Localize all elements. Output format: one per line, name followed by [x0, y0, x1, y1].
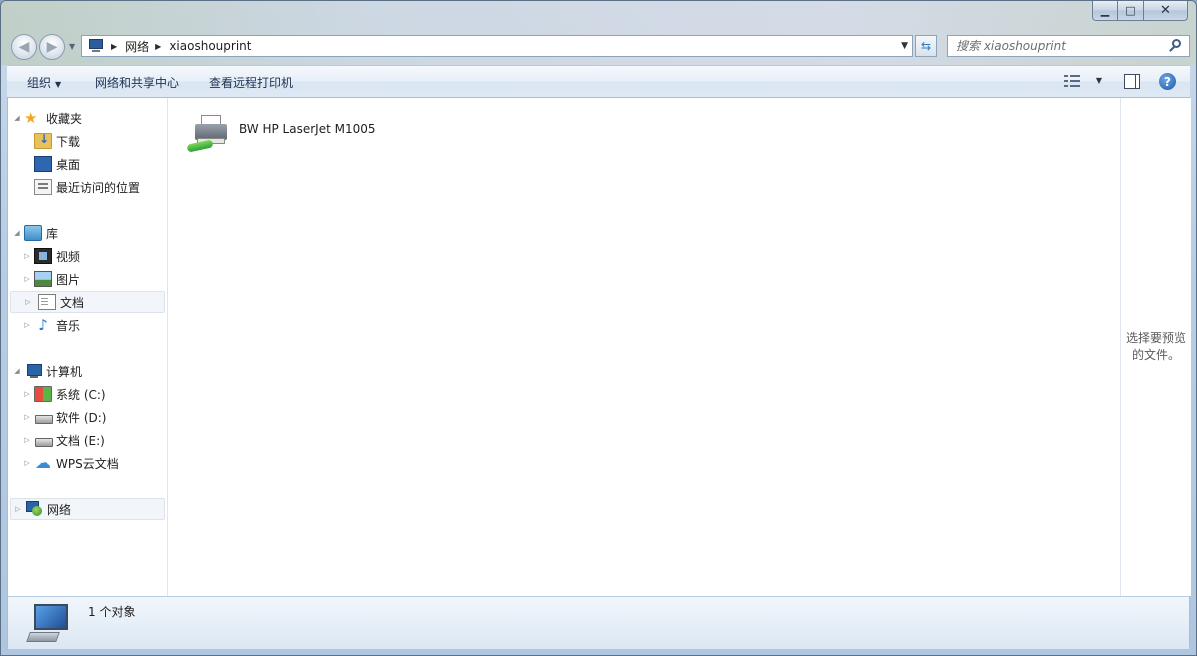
expand-arrow-icon[interactable]: ◢ — [10, 114, 24, 122]
organize-button[interactable]: 组织 ▼ — [27, 74, 61, 91]
collapse-arrow-icon[interactable]: ▷ — [20, 459, 34, 467]
computer-icon — [26, 604, 72, 644]
sidebar-item-wps-cloud[interactable]: ▷ ☁ WPS云文档 — [10, 452, 165, 474]
collapse-arrow-icon[interactable]: ▷ — [11, 505, 25, 513]
preview-pane: 选择要预览的文件。 — [1120, 98, 1191, 596]
sidebar-item-documents[interactable]: ▷ 文档 — [10, 291, 165, 313]
computer-icon — [87, 39, 105, 53]
sidebar-item-computer[interactable]: ◢ 计算机 — [10, 360, 165, 382]
breadcrumb-separator-icon[interactable]: ▶ — [155, 42, 161, 51]
collapse-arrow-icon[interactable]: ▷ — [20, 413, 34, 421]
drive-icon — [34, 432, 53, 448]
file-list: BW HP LaserJet M1005 — [169, 98, 1120, 596]
library-icon — [24, 225, 42, 241]
chevron-down-icon: ▼ — [55, 80, 62, 89]
computer-icon — [24, 363, 42, 379]
sidebar-item-drive-e[interactable]: ▷ 文档 (E:) — [10, 429, 165, 451]
network-icon — [25, 501, 43, 517]
file-item-label: BW HP LaserJet M1005 — [239, 122, 376, 136]
file-item-printer[interactable]: BW HP LaserJet M1005 — [186, 112, 376, 156]
picture-icon — [34, 271, 52, 287]
collapse-arrow-icon[interactable]: ▷ — [20, 252, 34, 260]
search-input[interactable] — [948, 37, 1167, 55]
download-folder-icon — [34, 132, 52, 149]
refresh-button[interactable]: ⇆ — [915, 35, 937, 57]
expand-arrow-icon[interactable]: ◢ — [10, 229, 24, 237]
collapse-arrow-icon[interactable]: ▷ — [20, 390, 34, 398]
command-bar: 组织 ▼ 网络和共享中心 查看远程打印机 ▼ ? — [7, 65, 1190, 98]
cloud-icon: ☁ — [35, 453, 51, 472]
collapse-arrow-icon[interactable]: ▷ — [20, 321, 34, 329]
video-icon — [34, 248, 52, 264]
music-icon: ♪ — [38, 316, 48, 334]
sidebar-item-recent-places[interactable]: 最近访问的位置 — [10, 176, 165, 198]
breadcrumb-xiaoshouprint[interactable]: xiaoshouprint — [169, 39, 251, 53]
help-icon[interactable]: ? — [1159, 73, 1176, 90]
forward-arrow-icon: ▶ — [46, 39, 58, 55]
view-remote-printers-button[interactable]: 查看远程打印机 — [209, 74, 293, 91]
explorer-window: ▁ □ ✕ ◀ ▶ ▼ ▶ 网络 ▶ xiaoshouprint ▼ ⇆ 组织▼ — [0, 0, 1197, 656]
drive-icon — [34, 409, 53, 425]
search-box[interactable] — [947, 35, 1190, 57]
sidebar-item-favorites[interactable]: ◢ ★ 收藏夹 — [10, 107, 165, 129]
sidebar-item-downloads[interactable]: 下载 — [10, 130, 165, 152]
back-arrow-icon: ◀ — [18, 39, 30, 55]
refresh-icon: ⇆ — [920, 39, 932, 53]
sidebar-item-desktop[interactable]: 桌面 — [10, 153, 165, 175]
sidebar-item-network[interactable]: ▷ 网络 — [10, 498, 165, 520]
preview-pane-icon[interactable] — [1124, 74, 1140, 89]
collapse-arrow-icon[interactable]: ▷ — [20, 275, 34, 283]
collapse-arrow-icon[interactable]: ▷ — [21, 298, 35, 306]
network-sharing-center-button[interactable]: 网络和共享中心 — [95, 74, 179, 91]
explorer-body: ◢ ★ 收藏夹 下载 桌面 最近访问的位置 ◢ — [7, 98, 1191, 649]
breadcrumb-network[interactable]: 网络 — [125, 38, 149, 55]
navigation-pane: ◢ ★ 收藏夹 下载 桌面 最近访问的位置 ◢ — [8, 98, 168, 596]
forward-button[interactable]: ▶ — [39, 34, 65, 60]
address-bar[interactable]: ▶ 网络 ▶ xiaoshouprint ▼ — [81, 35, 913, 57]
recent-places-icon — [34, 179, 52, 195]
change-view-icon[interactable] — [1064, 74, 1080, 90]
preview-placeholder-text: 选择要预览的文件。 — [1125, 331, 1186, 362]
sidebar-item-music[interactable]: ▷ ♪ 音乐 — [10, 314, 165, 336]
breadcrumb-separator-icon[interactable]: ▶ — [111, 42, 117, 51]
sidebar-item-pictures[interactable]: ▷ 图片 — [10, 268, 165, 290]
back-button[interactable]: ◀ — [11, 34, 37, 60]
sidebar-item-videos[interactable]: ▷ 视频 — [10, 245, 165, 267]
address-dropdown-icon[interactable]: ▼ — [901, 41, 908, 51]
collapse-arrow-icon[interactable]: ▷ — [20, 436, 34, 444]
document-icon — [38, 294, 56, 310]
search-icon[interactable] — [1167, 37, 1185, 55]
item-count: 1 个对象 — [88, 605, 136, 619]
sidebar-item-drive-d[interactable]: ▷ 软件 (D:) — [10, 406, 165, 428]
recent-pages-dropdown[interactable]: ▼ — [69, 42, 75, 51]
star-icon: ★ — [24, 109, 38, 127]
maximize-button[interactable]: □ — [1118, 1, 1144, 21]
minimize-button[interactable]: ▁ — [1092, 1, 1118, 21]
desktop-icon — [34, 156, 52, 172]
view-options-dropdown-icon[interactable]: ▼ — [1096, 76, 1102, 85]
system-drive-icon — [34, 386, 52, 402]
expand-arrow-icon[interactable]: ◢ — [10, 367, 24, 375]
window-caption-buttons: ▁ □ ✕ — [1092, 1, 1188, 21]
sidebar-item-drive-c[interactable]: ▷ 系统 (C:) — [10, 383, 165, 405]
sidebar-item-libraries[interactable]: ◢ 库 — [10, 222, 165, 244]
details-pane: 1 个对象 — [8, 596, 1189, 649]
navigation-row: ◀ ▶ ▼ ▶ 网络 ▶ xiaoshouprint ▼ ⇆ — [9, 34, 1190, 60]
printer-icon — [186, 112, 233, 156]
close-button[interactable]: ✕ — [1144, 1, 1188, 21]
